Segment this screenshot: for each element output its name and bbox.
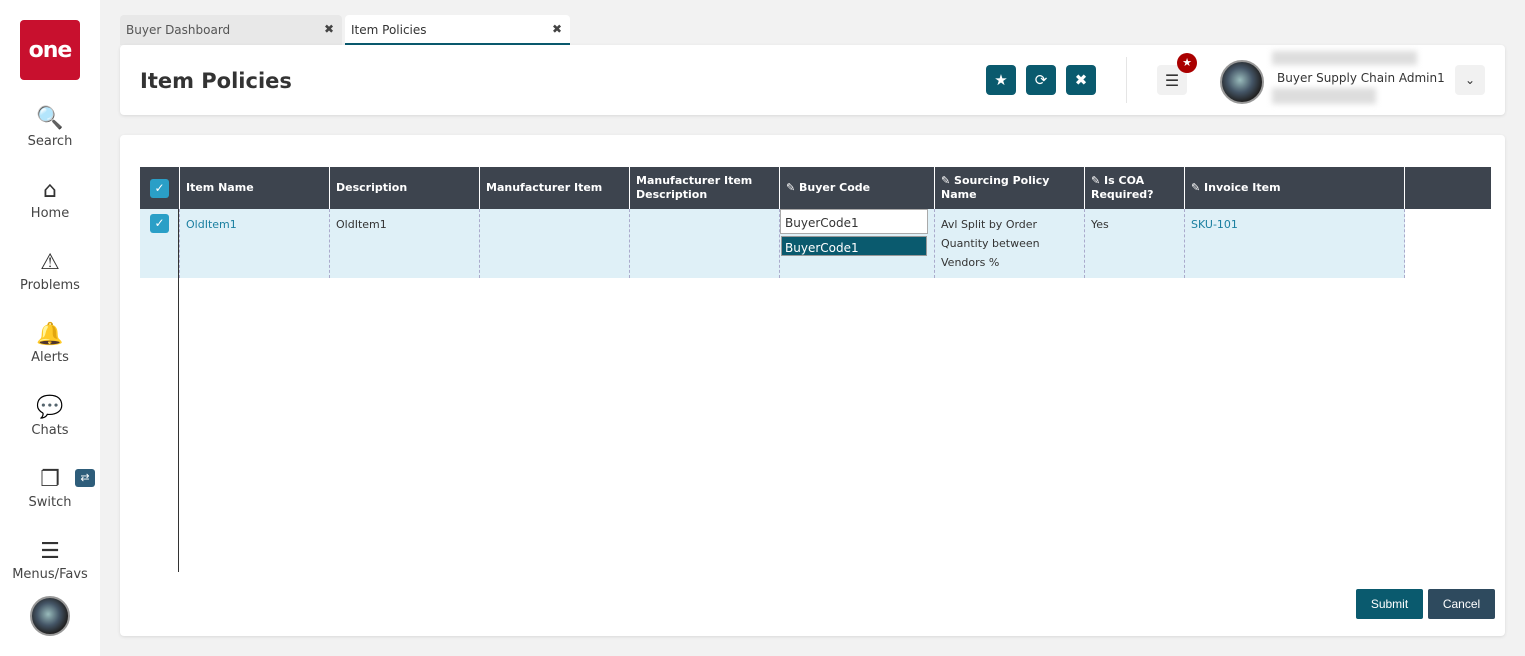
column-header[interactable]: ✎ Buyer Code bbox=[779, 167, 935, 209]
refresh-button[interactable]: ⟳ bbox=[1026, 65, 1056, 95]
manufacturer-item-description-cell[interactable] bbox=[629, 209, 780, 278]
item-name-link[interactable]: OldItem1 bbox=[186, 218, 237, 231]
tab-label: Buyer Dashboard bbox=[126, 23, 231, 37]
column-header[interactable]: ✎ Invoice Item bbox=[1184, 167, 1405, 209]
column-header[interactable]: Manufacturer Item Description bbox=[629, 167, 780, 209]
user-role: Buyer Supply Chain Admin1 bbox=[1277, 71, 1445, 85]
row-select-cell: ✓ bbox=[140, 209, 180, 278]
edit-icon: ✎ bbox=[1191, 181, 1205, 194]
sidebar-item-label: Switch bbox=[28, 495, 72, 510]
divider bbox=[1126, 57, 1127, 103]
favorites-badge-icon: ★ bbox=[1177, 53, 1197, 73]
sidebar: one 🔍 Search ⌂ Home ⚠ Problems 🔔 Alerts 💬 Cha… bbox=[0, 0, 100, 656]
swap-icon: ⇄ bbox=[75, 469, 95, 487]
tab-item-policies[interactable]: Item Policies ✖ bbox=[345, 15, 570, 45]
cancel-button[interactable]: Cancel bbox=[1428, 589, 1495, 619]
sidebar-item-chats[interactable]: 💬 Chats bbox=[0, 395, 100, 438]
edit-icon: ✎ bbox=[786, 181, 800, 194]
sidebar-item-label: Alerts bbox=[31, 350, 69, 365]
search-icon: 🔍 bbox=[36, 106, 64, 131]
item-name-cell: OldItem1 bbox=[179, 209, 330, 278]
column-header[interactable]: Manufacturer Item bbox=[479, 167, 630, 209]
tab-buyer-dashboard[interactable]: Buyer Dashboard ✖ bbox=[120, 15, 342, 45]
column-header[interactable]: Description bbox=[329, 167, 480, 209]
column-divider bbox=[178, 209, 179, 572]
buyer-code-cell: BuyerCode1 BuyerCode1 bbox=[779, 209, 935, 278]
table-row[interactable]: ✓ OldItem1 OldItem1 BuyerCode1 BuyerCode… bbox=[140, 209, 1491, 278]
select-all-checkbox[interactable]: ✓ bbox=[150, 178, 169, 198]
home-icon: ⌂ bbox=[43, 178, 57, 203]
select-all-header: ✓ bbox=[140, 167, 180, 209]
row-checkbox[interactable]: ✓ bbox=[150, 214, 169, 233]
sidebar-item-alerts[interactable]: 🔔 Alerts bbox=[0, 322, 100, 365]
sidebar-item-menus-favs[interactable]: ☰ Menus/Favs bbox=[0, 539, 100, 582]
manufacturer-item-cell[interactable] bbox=[479, 209, 630, 278]
buyer-code-suggestion[interactable]: BuyerCode1 bbox=[781, 236, 927, 256]
buyer-code-input[interactable]: BuyerCode1 bbox=[780, 209, 928, 234]
column-label: Sourcing Policy Name bbox=[941, 174, 1050, 201]
close-tab-icon[interactable]: ✖ bbox=[324, 22, 334, 36]
column-header[interactable]: Item Name bbox=[179, 167, 330, 209]
sidebar-item-label: Chats bbox=[31, 423, 69, 438]
sidebar-item-search[interactable]: 🔍 Search bbox=[0, 106, 100, 149]
item-policies-table: ✓ Item Name Description Manufacturer Ite… bbox=[140, 167, 1491, 278]
column-header[interactable]: ✎ Sourcing Policy Name bbox=[934, 167, 1085, 209]
tab-label: Item Policies bbox=[351, 23, 427, 37]
sidebar-item-label: Problems bbox=[20, 278, 80, 293]
sidebar-item-label: Menus/Favs bbox=[12, 567, 88, 582]
close-button[interactable]: ✖ bbox=[1066, 65, 1096, 95]
invoice-item-link[interactable]: SKU-101 bbox=[1191, 218, 1238, 231]
sidebar-item-problems[interactable]: ⚠ Problems bbox=[0, 250, 100, 293]
page-title: Item Policies bbox=[140, 69, 292, 93]
warning-icon: ⚠ bbox=[40, 250, 60, 275]
edit-icon: ✎ bbox=[941, 174, 955, 187]
page-header: Item Policies ★ ⟳ ✖ ☰ ★ Buyer Supply Cha… bbox=[120, 45, 1505, 115]
user-avatar[interactable] bbox=[1220, 60, 1264, 104]
submit-button[interactable]: Submit bbox=[1356, 589, 1423, 619]
coa-required-cell[interactable]: Yes bbox=[1084, 209, 1185, 278]
one-logo[interactable]: one bbox=[20, 20, 80, 80]
edit-icon: ✎ bbox=[1091, 174, 1105, 187]
bell-icon: 🔔 bbox=[36, 322, 64, 347]
column-label: Buyer Code bbox=[799, 181, 871, 194]
column-header-empty bbox=[1404, 167, 1491, 209]
main-panel: ✓ Item Name Description Manufacturer Ite… bbox=[120, 135, 1505, 636]
blurred-user-org bbox=[1272, 88, 1376, 104]
description-cell: OldItem1 bbox=[329, 209, 480, 278]
invoice-item-cell: SKU-101 bbox=[1184, 209, 1405, 278]
sidebar-item-home[interactable]: ⌂ Home bbox=[0, 178, 100, 221]
column-header[interactable]: ✎ Is COA Required? bbox=[1084, 167, 1185, 209]
empty-cell bbox=[1404, 209, 1491, 278]
sidebar-avatar[interactable] bbox=[30, 596, 70, 636]
menu-icon: ☰ bbox=[40, 539, 60, 564]
blurred-user-name bbox=[1272, 51, 1417, 65]
chat-icon: 💬 bbox=[36, 395, 64, 420]
close-tab-icon[interactable]: ✖ bbox=[552, 22, 562, 36]
column-label: Invoice Item bbox=[1204, 181, 1281, 194]
sourcing-policy-cell[interactable]: Avl Split by Order Quantity between Vend… bbox=[934, 209, 1085, 278]
user-dropdown-chevron-icon[interactable]: ⌄ bbox=[1455, 65, 1485, 95]
favorite-button[interactable]: ★ bbox=[986, 65, 1016, 95]
sidebar-item-label: Search bbox=[27, 134, 73, 149]
sidebar-item-label: Home bbox=[30, 206, 70, 221]
